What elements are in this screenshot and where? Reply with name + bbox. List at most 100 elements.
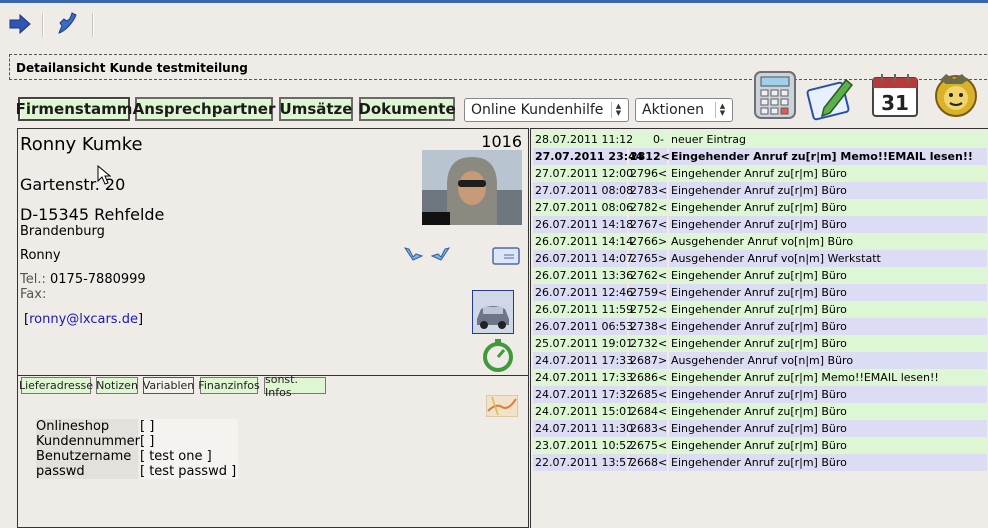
history-text: Eingehender Anruf zu[r|m] Memo!!EMAIL le… (671, 150, 973, 163)
history-text: Ausgehender Anruf vo[n|m] Büro (671, 354, 854, 367)
column-separator (667, 335, 669, 352)
history-date: 26.07.2011 11:59 (535, 303, 634, 316)
handset-icon[interactable] (428, 245, 452, 268)
notepad-icon[interactable] (806, 70, 856, 122)
history-number: 2687> (630, 354, 668, 367)
history-row[interactable]: 26.07.2011 13:36 2762< Eingehender Anruf z… (533, 267, 987, 284)
history-text: Eingehender Anruf zu[r|m] Büro (671, 456, 847, 469)
history-row[interactable]: 24.07.2011 17:32 2685< Eingehender Anruf z… (533, 386, 987, 403)
map-icon[interactable] (485, 394, 519, 418)
history-text: Eingehender Anruf zu[r|m] Büro (671, 422, 847, 435)
history-number: 2782< (630, 201, 668, 214)
calendar-day: 31 (881, 91, 909, 115)
tab-dokumente[interactable]: Dokumente (358, 97, 456, 121)
history-row[interactable]: 26.07.2011 06:53 2738< Eingehender Anruf z… (533, 318, 987, 335)
calendar-icon[interactable]: 31 (870, 70, 920, 122)
column-separator (667, 131, 669, 148)
history-number: 2767< (630, 218, 668, 231)
mouse-cursor-icon (97, 164, 112, 188)
history-date: 26.07.2011 14:14 (535, 235, 634, 248)
history-number: 2759< (630, 286, 668, 299)
history-number: 2686< (630, 371, 668, 384)
car-image[interactable] (472, 290, 514, 334)
history-row[interactable]: 28.07.2011 11:12 0- neuer Eintrag (533, 131, 987, 148)
subtab-lieferadresse[interactable]: Lieferadresse (19, 377, 93, 394)
column-separator (667, 403, 669, 420)
column-separator (667, 437, 669, 454)
history-row[interactable]: 26.07.2011 14:14 2766> Ausgehender Anruf v… (533, 233, 987, 250)
history-number: 2752< (630, 303, 668, 316)
history-row[interactable]: 27.07.2011 12:00 2796< Eingehender Anruf z… (533, 165, 987, 182)
history-date: 24.07.2011 17:32 (535, 388, 634, 401)
tab-ansprechpartner[interactable]: Ansprechpartner (133, 97, 275, 121)
phone-icon[interactable] (52, 9, 84, 39)
history-number: 2812< (630, 150, 670, 163)
customer-state: Brandenburg (20, 224, 105, 239)
variable-key: Onlineshop (36, 419, 138, 434)
actions-select[interactable]: Aktionen ▲ ▼ (635, 98, 733, 122)
variable-value: [ ] (140, 434, 238, 449)
envelope-icon[interactable] (492, 246, 520, 269)
chevron-updown-icon: ▲ ▼ (611, 102, 625, 118)
column-separator (667, 352, 669, 369)
history-row[interactable]: 23.07.2011 10:52 2675< Eingehender Anruf z… (533, 437, 987, 454)
history-row[interactable]: 26.07.2011 14:18 2767< Eingehender Anruf z… (533, 216, 987, 233)
history-row[interactable]: 27.07.2011 23:44 2812< Eingehender Anruf z… (533, 148, 987, 165)
stopwatch-icon[interactable] (480, 337, 516, 376)
history-row[interactable]: 24.07.2011 17:33 2686< Eingehender Anruf z… (533, 369, 987, 386)
history-text: Eingehender Anruf zu[r|m] Büro (671, 388, 847, 401)
history-date: 24.07.2011 17:33 (535, 354, 634, 367)
history-number: 2762< (630, 269, 668, 282)
subtab-variablen[interactable]: Variablen (143, 377, 194, 394)
history-row[interactable]: 25.07.2011 19:01 2732< Eingehender Anruf z… (533, 335, 987, 352)
history-row[interactable]: 26.07.2011 11:59 2752< Eingehender Anruf z… (533, 301, 987, 318)
history-list: 28.07.2011 11:12 0- neuer Eintrag 27.07.201… (533, 131, 987, 471)
history-text: Ausgehender Anruf vo[n|m] Büro (671, 235, 854, 248)
tel-label: Tel.: (20, 272, 46, 287)
history-text: Eingehender Anruf zu[r|m] Büro (671, 303, 847, 316)
calculator-icon[interactable] (753, 70, 803, 122)
column-separator (667, 318, 669, 335)
variable-row: Kundennummer [ ] (36, 434, 238, 449)
customer-city: D-15345 Rehfelde (20, 205, 165, 224)
history-row[interactable]: 24.07.2011 17:33 2687> Ausgehender Anruf v… (533, 352, 987, 369)
history-row[interactable]: 27.07.2011 08:08 2783< Eingehender Anruf z… (533, 182, 987, 199)
column-separator (667, 420, 669, 437)
history-row[interactable]: 26.07.2011 12:46 2759< Eingehender Anruf z… (533, 284, 987, 301)
online-help-select[interactable]: Online Kundenhilfe ▲ ▼ (464, 98, 629, 122)
history-row[interactable]: 26.07.2011 14:07 2765> Ausgehender Anruf v… (533, 250, 987, 267)
handset-icon[interactable] (402, 245, 426, 268)
history-date: 28.07.2011 11:12 (535, 133, 634, 146)
online-help-select-value: Online Kundenhilfe (471, 102, 604, 118)
subtab-finanzinfos[interactable]: Finanzinfos (198, 377, 260, 394)
history-row[interactable]: 22.07.2011 13:57 2668< Eingehender Anruf z… (533, 454, 987, 471)
history-number: 2796< (630, 167, 668, 180)
customer-name: Ronny Kumke (20, 134, 143, 155)
history-row[interactable]: 27.07.2011 08:06 2782< Eingehender Anruf z… (533, 199, 987, 216)
history-number: 0- (653, 133, 664, 146)
tab-firmenstamm[interactable]: Firmenstamm (16, 97, 132, 121)
history-date: 26.07.2011 12:46 (535, 286, 634, 299)
history-text: Eingehender Anruf zu[r|m] Büro (671, 337, 847, 350)
history-date: 24.07.2011 17:33 (535, 371, 634, 384)
history-number: 2783< (630, 184, 668, 197)
fax-label: Fax: (20, 287, 47, 302)
lion-mascot-icon[interactable] (932, 70, 988, 122)
history-number: 2765> (630, 252, 668, 265)
tab-umsaetze[interactable]: Umsätze (279, 97, 353, 121)
contact-history-panel: 28.07.2011 11:12 0- neuer Eintrag 27.07.201… (530, 128, 988, 528)
history-row[interactable]: 24.07.2011 11:30 2683< Eingehender Anruf z… (533, 420, 987, 437)
column-separator (667, 267, 669, 284)
arrow-right-icon[interactable] (4, 9, 36, 39)
chevron-updown-icon: ▲ ▼ (715, 102, 729, 118)
history-row[interactable]: 24.07.2011 15:01 2684< Eingehender Anruf z… (533, 403, 987, 420)
variable-row: Onlineshop [ ] (36, 419, 238, 434)
customer-detail-panel: Ronny Kumke 1016 Gartenstr. 20 D-15345 R… (17, 128, 529, 528)
column-separator (667, 199, 669, 216)
customer-fax: Fax: (20, 287, 46, 302)
history-date: 24.07.2011 11:30 (535, 422, 634, 435)
email-link[interactable]: ronny@lxcars.de (29, 312, 138, 327)
subtab-notizen[interactable]: Notizen (96, 377, 138, 394)
subtab-sonst-infos[interactable]: sonst. Infos (264, 373, 326, 399)
history-number: 2738< (630, 320, 668, 333)
